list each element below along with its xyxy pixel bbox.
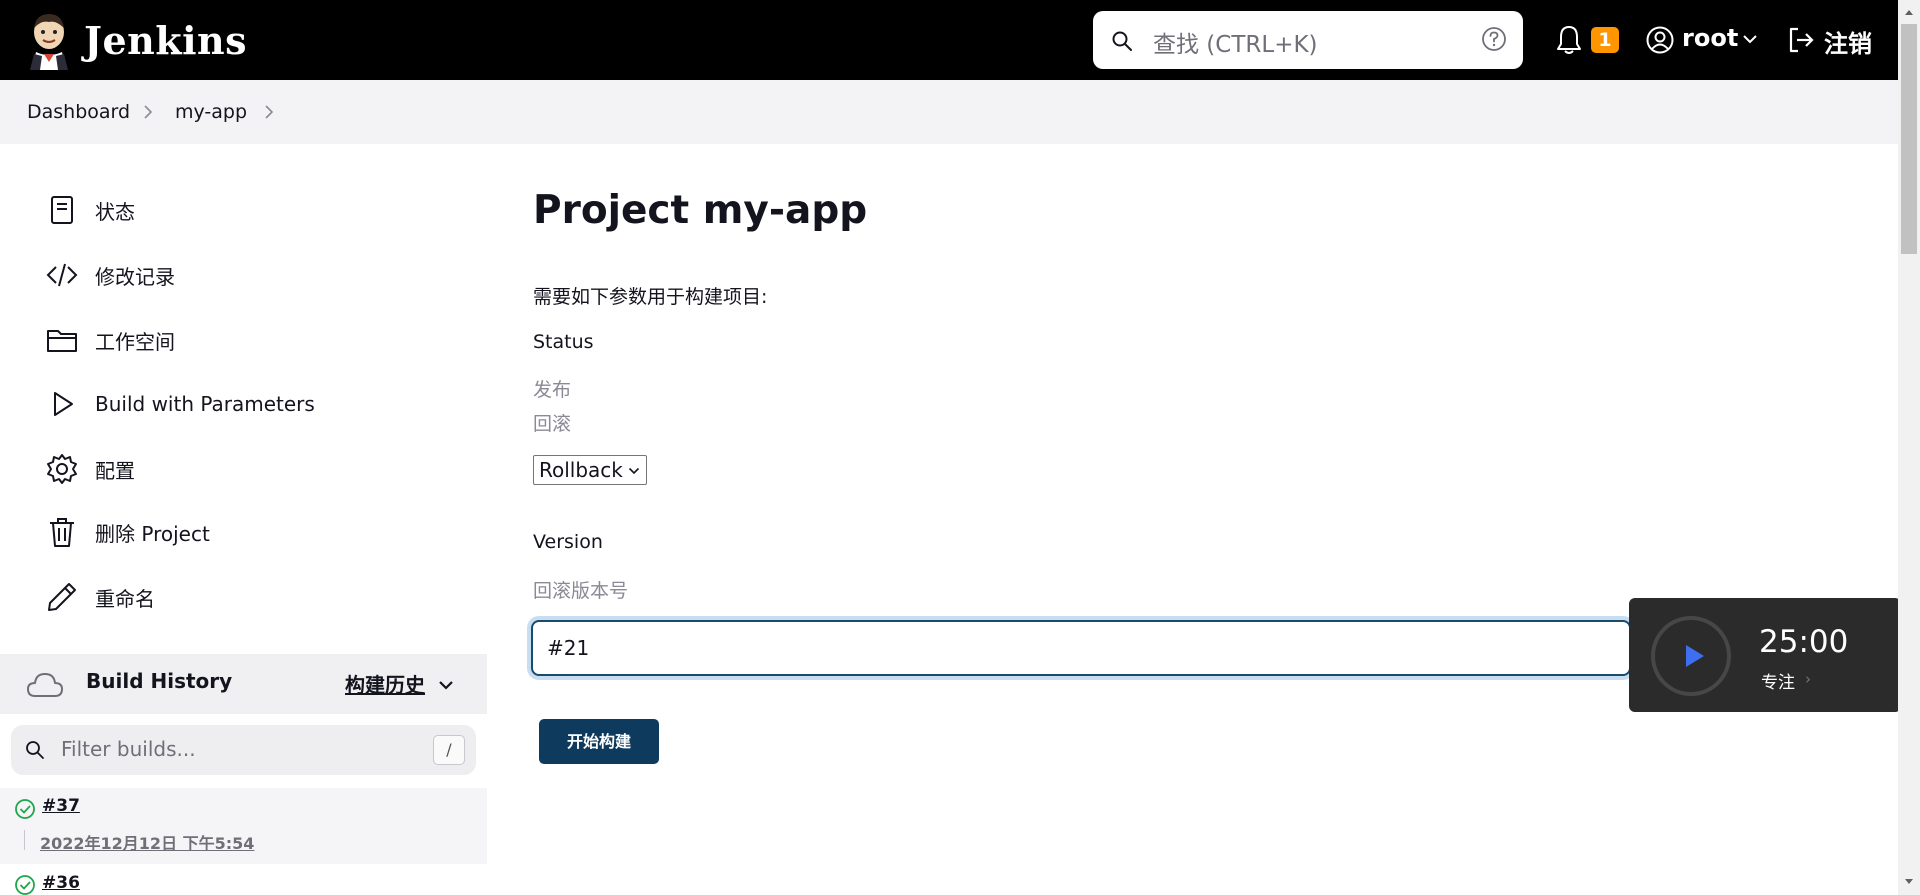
sidebar-item-label: 删除 Project [95,521,210,546]
chevron-down-icon[interactable] [437,678,455,692]
build-row[interactable]: #37 2022年12月12日 下午5:54 [0,788,487,864]
status-param-desc-line: 发布 [533,379,572,401]
search-icon [1112,31,1132,51]
play-icon[interactable] [1681,642,1707,670]
scroll-down-arrow-icon[interactable] [1904,878,1914,886]
help-icon[interactable] [1481,26,1507,52]
status-param-label: Status [533,331,594,353]
jenkins-logo[interactable]: Jenkins [26,10,247,70]
filter-shortcut-key: / [433,735,465,765]
user-avatar-icon[interactable] [1645,25,1675,55]
user-menu-name[interactable]: root [1682,24,1738,52]
chevron-right-icon[interactable] [263,104,275,120]
sidebar-item-rename[interactable]: 重命名 [45,577,155,617]
chevron-right-icon [144,105,153,119]
top-header: Jenkins 查找 (CTRL+K) 1 root 注销 [0,0,1898,80]
status-select-value: Rollback [539,458,623,482]
search-icon [26,741,44,759]
sidebar-item-label: 重命名 [95,586,155,611]
cloud-icon [27,673,63,697]
notification-count-badge[interactable]: 1 [1591,27,1619,53]
timer-value: 25:00 [1759,624,1849,660]
page-scrollbar[interactable] [1898,0,1920,895]
jenkins-butler-icon [30,14,68,70]
logout-link[interactable]: 注销 [1824,24,1872,59]
timeline-divider [24,830,25,850]
build-history-link[interactable]: 构建历史 [345,669,425,698]
code-icon [46,263,78,287]
search-placeholder: 查找 (CTRL+K) [1153,32,1318,58]
breadcrumb-dashboard[interactable]: Dashboard [27,101,130,123]
success-check-icon [15,875,35,895]
chevron-down-icon [628,467,640,475]
trash-icon [50,518,74,547]
status-select[interactable]: Rollback [533,455,647,485]
version-param-label: Version [533,531,603,553]
sidebar-item-configure[interactable]: 配置 [45,449,135,489]
sidebar-item-delete-project[interactable]: 删除 Project [45,512,210,552]
success-check-icon [15,799,35,819]
breadcrumb-my-app[interactable]: my-app [175,101,247,123]
version-param-desc: 回滚版本号 [533,580,629,602]
build-history-header: Build History 构建历史 [0,654,487,714]
focus-timer-widget[interactable]: 25:00 专注 › [1629,598,1901,712]
status-param-desc-line: 回滚 [533,413,572,435]
focus-mode-label[interactable]: 专注 [1761,668,1795,693]
build-row[interactable]: #36 [0,864,487,895]
chevron-down-icon[interactable] [1742,32,1758,46]
sidebar-item-workspace[interactable]: 工作空间 [45,320,175,360]
build-date-link[interactable]: 2022年12月12日 下午5:54 [40,830,254,854]
sidebar-item-changes[interactable]: 修改记录 [45,255,175,295]
sidebar-item-label: Build with Parameters [95,392,315,416]
sidebar-item-label: 状态 [95,199,135,224]
build-number-link[interactable]: #37 [42,796,80,816]
pencil-icon [48,583,76,611]
filter-placeholder: Filter builds... [61,737,196,761]
play-icon [54,392,73,416]
chevron-right-icon[interactable]: › [1805,670,1811,688]
sidebar-item-label: 配置 [95,458,135,483]
filter-builds-input[interactable]: Filter builds... / [11,725,476,775]
notifications-bell-icon[interactable] [1554,24,1584,56]
scroll-up-arrow-icon[interactable] [1904,8,1914,16]
parameters-intro: 需要如下参数用于构建项目: [533,286,768,308]
version-input[interactable]: #21 [531,620,1631,676]
build-history-title: Build History [86,669,233,693]
breadcrumb: Dashboard my-app [0,80,1898,144]
scrollbar-thumb[interactable] [1901,24,1917,254]
document-icon [51,196,73,224]
page-title: Project my-app [533,188,868,233]
build-number-link[interactable]: #36 [42,873,80,893]
sidebar-item-status[interactable]: 状态 [45,190,135,230]
start-build-button[interactable]: 开始构建 [539,719,659,764]
gear-icon [47,454,77,484]
folder-icon [47,330,77,352]
sidebar-item-build-with-parameters[interactable]: Build with Parameters [45,384,315,424]
brand-name: Jenkins [84,17,248,63]
sidebar-item-label: 工作空间 [95,329,175,354]
sidebar-item-label: 修改记录 [95,264,175,289]
search-box[interactable]: 查找 (CTRL+K) [1093,11,1523,69]
logout-icon[interactable] [1786,25,1816,55]
